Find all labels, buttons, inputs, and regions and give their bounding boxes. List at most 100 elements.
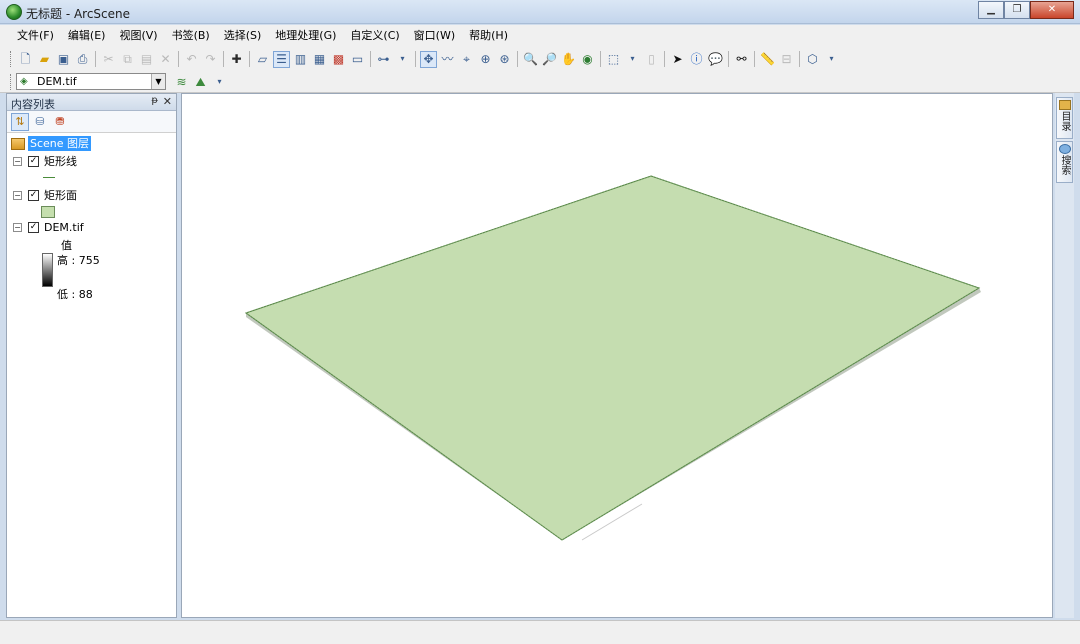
fly-icon[interactable]: 〰 — [439, 51, 456, 68]
toolbar-separator — [223, 51, 224, 67]
menu-selection[interactable]: 选择(S) — [217, 25, 269, 47]
toolbar-dropdown-icon[interactable]: ▾ — [624, 51, 641, 68]
line-symbol[interactable] — [43, 177, 55, 178]
line-of-sight-icon[interactable]: ⛰ — [192, 73, 209, 90]
toolbar-separator — [517, 51, 518, 67]
collapse-toggle[interactable]: − — [13, 190, 22, 200]
collapse-toggle[interactable]: − — [13, 156, 22, 166]
search-icon — [1058, 144, 1071, 154]
menu-edit[interactable]: 编辑(E) — [61, 25, 113, 47]
cut-icon[interactable]: ✂ — [100, 51, 117, 68]
menu-geoprocessing[interactable]: 地理处理(G) — [268, 25, 343, 47]
right-dock: 目录 搜索 — [1055, 93, 1074, 618]
scene-layers-node[interactable]: Scene 图层 — [11, 136, 92, 151]
add-data-icon[interactable]: ✚ — [228, 51, 245, 68]
menu-bookmarks[interactable]: 书签(B) — [165, 25, 217, 47]
contour-icon[interactable]: ≋ — [173, 73, 190, 90]
new-document-icon[interactable]: 🗋 — [17, 51, 34, 68]
list-by-selection-icon[interactable]: ⛃ — [51, 113, 69, 131]
arctoolbox-icon[interactable]: ▩ — [330, 51, 347, 68]
close-icon[interactable]: ✕ — [163, 95, 172, 108]
model-builder-icon[interactable]: ⊶ — [375, 51, 392, 68]
select-features-icon[interactable]: ⬚ — [605, 51, 622, 68]
save-icon[interactable]: ▣ — [55, 51, 72, 68]
close-button[interactable]: ✕ — [1030, 1, 1074, 19]
identify-icon[interactable]: ⓘ — [688, 51, 705, 68]
target-center-icon[interactable]: ⌖ — [458, 51, 475, 68]
toolbar-dropdown-icon[interactable]: ▾ — [211, 73, 228, 90]
title-bar: 无标题 - ArcScene ▁ ❐ ✕ — [0, 0, 1080, 24]
menu-file[interactable]: 文件(F) — [10, 25, 61, 47]
toolbar-separator — [95, 51, 96, 67]
menu-help[interactable]: 帮助(H) — [462, 25, 515, 47]
layer-visibility-checkbox[interactable]: ✓ — [28, 189, 39, 201]
search-tab[interactable]: 搜索 — [1056, 141, 1073, 183]
print-icon[interactable]: ⎙ — [74, 51, 91, 68]
list-by-drawing-order-icon[interactable]: ⇅ — [11, 112, 29, 131]
raster-layer-icon: ◈ — [20, 75, 28, 87]
3d-effects-icon[interactable]: ⬡ — [804, 51, 821, 68]
scene-canvas[interactable] — [182, 94, 1052, 617]
clear-selection-icon[interactable]: ▯ — [643, 51, 660, 68]
undo-icon[interactable]: ↶ — [183, 51, 200, 68]
restore-button[interactable]: ❐ — [1004, 1, 1030, 19]
layer-dem-raster[interactable]: − ✓ DEM.tif — [13, 221, 84, 234]
toolbar-separator — [249, 51, 250, 67]
layer-visibility-checkbox[interactable]: ✓ — [28, 222, 39, 233]
chevron-down-icon[interactable]: ▼ — [151, 74, 165, 89]
elevation-color-ramp[interactable] — [42, 253, 53, 287]
scene-layers-label: Scene 图层 — [28, 136, 92, 151]
minimize-button[interactable]: ▁ — [978, 1, 1004, 19]
menu-bar: 文件(F) 编辑(E) 视图(V) 书签(B) 选择(S) 地理处理(G) 自定… — [0, 25, 1080, 47]
toolbar-separator — [178, 51, 179, 67]
layer-rectangle-line[interactable]: − ✓ 矩形线 — [13, 153, 77, 169]
paste-icon[interactable]: ▤ — [138, 51, 155, 68]
layer-select-dropdown[interactable]: ◈ DEM.tif ▼ — [16, 73, 166, 90]
list-by-source-icon[interactable]: ⛁ — [31, 113, 49, 131]
catalog-window-icon[interactable]: ▥ — [292, 51, 309, 68]
toolbar-grip[interactable] — [10, 51, 13, 67]
toolbar-separator — [754, 51, 755, 67]
status-bar — [0, 620, 1080, 644]
find-binoculars-icon[interactable]: ⚯ — [733, 51, 750, 68]
navigate-icon[interactable]: ✥ — [420, 50, 437, 68]
html-popup-icon[interactable]: 💬 — [707, 51, 724, 68]
menu-customize[interactable]: 自定义(C) — [343, 25, 406, 47]
toc-window-icon[interactable]: ☰ — [273, 50, 290, 68]
scene-properties-icon[interactable]: ▱ — [254, 51, 271, 68]
zoom-out-icon[interactable]: 🔎 — [541, 51, 558, 68]
zoom-to-target-icon[interactable]: ⊕ — [477, 51, 494, 68]
legend-low-value: 低 : 88 — [57, 288, 93, 301]
open-folder-icon[interactable]: ▰ — [36, 51, 53, 68]
set-observer-icon[interactable]: ⊛ — [496, 51, 513, 68]
select-elements-arrow-icon[interactable]: ➤ — [669, 51, 686, 68]
toolbar-separator — [728, 51, 729, 67]
layer-rectangle-polygon[interactable]: − ✓ 矩形面 — [13, 187, 77, 203]
layer-visibility-checkbox[interactable]: ✓ — [28, 155, 39, 167]
search-window-icon[interactable]: ▦ — [311, 51, 328, 68]
scene-view-3d[interactable] — [181, 93, 1053, 618]
animation-icon[interactable]: ⊟ — [778, 51, 795, 68]
menu-window[interactable]: 窗口(W) — [407, 25, 462, 47]
toolbar-dropdown-icon[interactable]: ▾ — [823, 51, 840, 68]
measure-icon[interactable]: 📏 — [759, 51, 776, 68]
layers-stack-icon — [11, 137, 25, 150]
pin-icon[interactable]: ᵽ — [151, 95, 158, 106]
toolbar-dropdown-icon[interactable]: ▾ — [394, 51, 411, 68]
copy-icon[interactable]: ⧉ — [119, 51, 136, 68]
toolbar-grip[interactable] — [10, 73, 13, 90]
layer-name: 矩形线 — [44, 155, 77, 168]
delete-icon[interactable]: ✕ — [157, 51, 174, 68]
full-extent-globe-icon[interactable]: ◉ — [579, 51, 596, 68]
zoom-in-icon[interactable]: 🔍 — [522, 51, 539, 68]
menu-view[interactable]: 视图(V) — [112, 25, 164, 47]
collapse-toggle[interactable]: − — [13, 223, 22, 232]
layer-tree: Scene 图层 − ✓ 矩形线 − ✓ 矩形面 − ✓ DEM.tif 值 高… — [7, 133, 176, 613]
redo-icon[interactable]: ↷ — [202, 51, 219, 68]
python-window-icon[interactable]: ▭ — [349, 51, 366, 68]
pan-hand-icon[interactable]: ✋ — [560, 51, 577, 68]
window-controls: ▁ ❐ ✕ — [978, 1, 1074, 19]
catalog-tab[interactable]: 目录 — [1056, 97, 1073, 139]
polygon-symbol[interactable] — [41, 206, 55, 218]
table-of-contents-panel: 内容列表 ᵽ ✕ ⇅ ⛁ ⛃ Scene 图层 − ✓ 矩形线 − ✓ 矩形面 … — [6, 93, 177, 618]
